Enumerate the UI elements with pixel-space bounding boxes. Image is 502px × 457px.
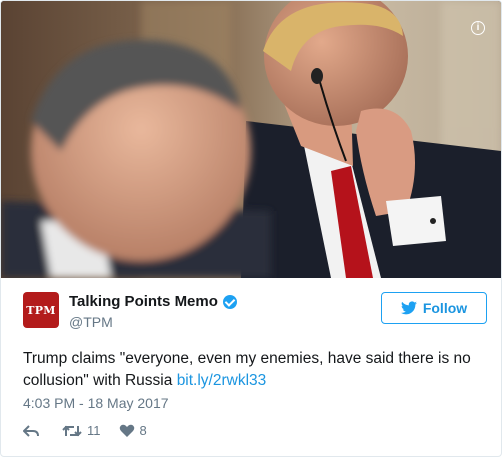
follow-label: Follow [422,300,468,316]
photo-illustration [1,1,501,278]
account-handle[interactable]: @TPM [69,314,113,330]
info-icon[interactable]: i [471,21,485,35]
tweet-link[interactable]: bit.ly/2rwkl33 [177,372,267,389]
verified-badge-icon [222,294,237,309]
tweet-photo[interactable]: i [1,1,501,278]
tweet-header: TPM Talking Points Memo @TPM Follow [23,292,487,336]
twitter-bird-icon [400,301,417,315]
name-row: Talking Points Memo [69,293,237,310]
retweet-icon [62,425,82,436]
account-name[interactable]: Talking Points Memo [69,293,218,310]
like-button[interactable]: 8 [119,423,147,438]
follow-button[interactable]: Follow [381,292,487,324]
retweet-button[interactable]: 11 [62,423,101,438]
reply-button[interactable] [23,424,44,438]
like-count: 8 [139,423,147,438]
tweet-actions: 11 8 [23,423,165,438]
tweet-timestamp[interactable]: 4:03 PM - 18 May 2017 [23,395,169,411]
reply-icon [23,424,39,437]
avatar[interactable]: TPM [23,292,59,328]
tweet-card: i TPM Talking Points Memo @TPM Follow Tr… [0,0,502,457]
heart-icon [119,424,134,437]
tweet-text: Trump claims "everyone, even my enemies,… [23,348,483,392]
retweet-count: 11 [87,423,101,438]
